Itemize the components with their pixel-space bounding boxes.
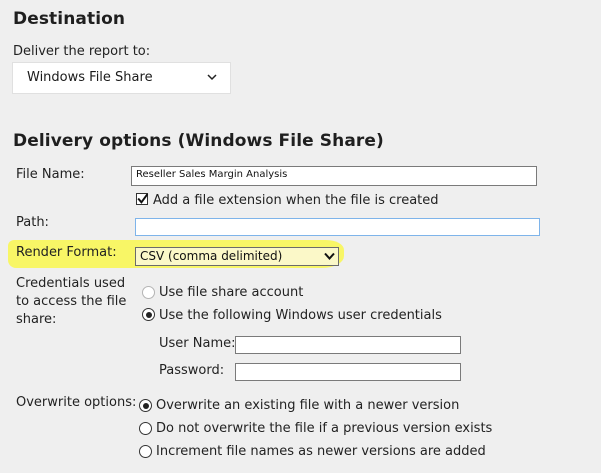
user-name-input[interactable] bbox=[235, 336, 461, 354]
delivery-options-heading: Delivery options (Windows File Share) bbox=[13, 131, 384, 151]
dropdown-arrow-icon bbox=[324, 252, 335, 260]
use-file-share-account-radio[interactable] bbox=[142, 286, 155, 299]
use-windows-credentials-label: Use the following Windows user credentia… bbox=[159, 308, 442, 323]
credentials-label-line2: to access the file bbox=[16, 294, 127, 309]
deliver-to-value: Windows File Share bbox=[27, 70, 153, 85]
increment-names-label: Increment file names as newer versions a… bbox=[156, 444, 486, 459]
overwrite-newer-radio[interactable] bbox=[139, 399, 152, 412]
deliver-to-label: Deliver the report to: bbox=[13, 44, 151, 59]
increment-names-radio[interactable] bbox=[139, 445, 152, 458]
user-name-label: User Name: bbox=[159, 336, 236, 351]
path-input[interactable] bbox=[135, 218, 540, 236]
radio-selected-dot bbox=[142, 402, 149, 409]
render-format-value: CSV (comma delimited) bbox=[140, 249, 283, 263]
credentials-label: Credentials used to access the file shar… bbox=[16, 275, 136, 329]
file-name-value: Reseller Sales Margin Analysis bbox=[136, 169, 288, 180]
credentials-label-line3: share: bbox=[16, 312, 57, 327]
check-icon bbox=[137, 193, 149, 204]
file-name-label: File Name: bbox=[16, 167, 85, 182]
use-file-share-account-label: Use file share account bbox=[159, 285, 304, 300]
chevron-down-icon bbox=[207, 74, 217, 81]
deliver-to-dropdown[interactable]: Windows File Share bbox=[12, 62, 231, 94]
overwrite-options-label: Overwrite options: bbox=[16, 395, 137, 410]
render-format-label: Render Format: bbox=[16, 245, 117, 260]
render-format-select[interactable]: CSV (comma delimited) bbox=[135, 247, 339, 266]
file-name-input[interactable]: Reseller Sales Margin Analysis bbox=[131, 166, 537, 186]
add-extension-label: Add a file extension when the file is cr… bbox=[153, 193, 439, 208]
add-extension-checkbox[interactable] bbox=[136, 193, 149, 205]
do-not-overwrite-label: Do not overwrite the file if a previous … bbox=[156, 421, 493, 436]
do-not-overwrite-radio[interactable] bbox=[139, 422, 152, 435]
overwrite-newer-label: Overwrite an existing file with a newer … bbox=[156, 398, 460, 413]
use-windows-credentials-radio[interactable] bbox=[142, 308, 155, 321]
radio-selected-dot bbox=[145, 311, 152, 318]
credentials-label-line1: Credentials used bbox=[16, 276, 126, 291]
password-input[interactable] bbox=[235, 363, 461, 381]
destination-heading: Destination bbox=[13, 9, 126, 29]
password-label: Password: bbox=[159, 363, 225, 378]
path-label: Path: bbox=[16, 215, 49, 230]
